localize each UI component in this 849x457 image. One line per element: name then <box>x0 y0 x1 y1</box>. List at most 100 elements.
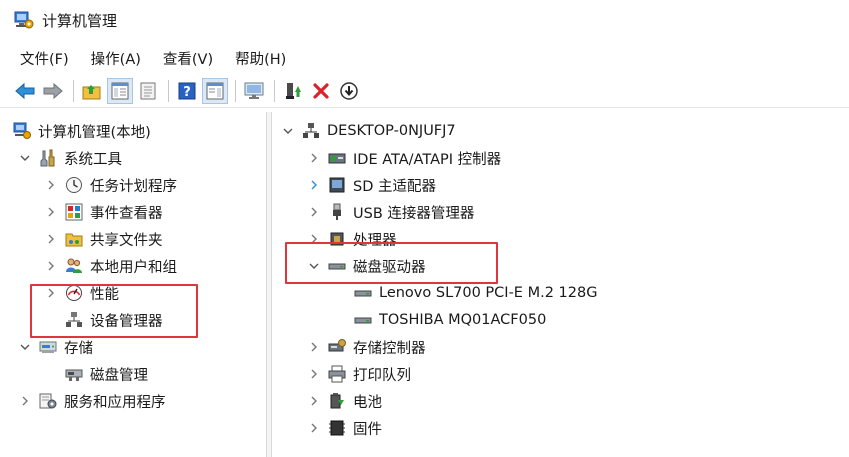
tree-label: 存储控制器 <box>353 340 426 357</box>
firmware-icon <box>327 418 347 438</box>
toolbar-separator <box>235 79 236 102</box>
tree-item-event-viewer[interactable]: 事件查看器 <box>44 199 163 225</box>
svg-text:?: ? <box>183 85 191 100</box>
disk-drive-icon <box>353 310 373 330</box>
tree-item-task-scheduler[interactable]: 任务计划程序 <box>44 172 177 198</box>
chevron-right-icon[interactable] <box>307 421 321 435</box>
disk-drive-icon <box>353 283 373 303</box>
usb-icon <box>327 202 347 222</box>
computer-management-window: 计算机管理 文件(F) 操作(A) 查看(V) 帮助(H) ? 计算机管理(本地… <box>0 0 849 457</box>
navigation-tree: 计算机管理(本地) 系统工具 任务计划程序 事件查看器 共享文件夹 本地用户和组… <box>0 112 264 457</box>
tree-item-print-queue[interactable]: 打印队列 <box>307 361 411 387</box>
battery-icon <box>327 391 347 411</box>
properties-icon[interactable] <box>135 78 161 104</box>
chevron-right-icon[interactable] <box>44 232 58 246</box>
tree-label: Lenovo SL700 PCI-E M.2 128G <box>379 285 598 301</box>
tree-label: 打印队列 <box>353 367 411 384</box>
printer-icon <box>327 364 347 384</box>
uninstall-icon[interactable] <box>308 78 334 104</box>
menu-view[interactable]: 查看(V) <box>163 48 213 69</box>
highlight-disk-drives <box>285 242 498 284</box>
tree-label: 任务计划程序 <box>90 178 177 195</box>
tree-label: 共享文件夹 <box>90 232 163 249</box>
chevron-right-icon[interactable] <box>44 205 58 219</box>
tree-item-disk-management[interactable]: 磁盘管理 <box>44 361 148 387</box>
menu-file[interactable]: 文件(F) <box>20 48 69 69</box>
toolbar: ? <box>0 74 849 108</box>
tree-item-usb[interactable]: USB 连接器管理器 <box>307 199 474 225</box>
tree-label: 本地用户和组 <box>90 259 177 276</box>
chevron-right-icon[interactable] <box>18 394 32 408</box>
back-icon[interactable] <box>12 78 38 104</box>
chevron-right-icon[interactable] <box>307 178 321 192</box>
tree-label: DESKTOP-0NJUFJ7 <box>327 123 456 139</box>
tools-icon <box>38 148 58 168</box>
menu-bar: 文件(F) 操作(A) 查看(V) 帮助(H) <box>0 44 308 72</box>
tree-label: 系统工具 <box>64 151 122 168</box>
users-icon <box>64 256 84 276</box>
sd-host-icon <box>327 175 347 195</box>
tree-item-local-users[interactable]: 本地用户和组 <box>44 253 177 279</box>
update-driver-icon[interactable] <box>280 78 306 104</box>
chevron-right-icon[interactable] <box>44 259 58 273</box>
tree-item-root[interactable]: 计算机管理(本地) <box>12 118 151 144</box>
window-title: 计算机管理 <box>42 11 118 30</box>
toolbar-separator <box>168 79 169 102</box>
tree-item-services[interactable]: 服务和应用程序 <box>18 388 166 414</box>
tree-label: SD 主适配器 <box>353 178 436 195</box>
highlight-device-manager <box>30 284 198 338</box>
pane-splitter[interactable] <box>266 112 272 457</box>
tree-item-system-tools[interactable]: 系统工具 <box>18 145 122 171</box>
chevron-down-icon[interactable] <box>18 340 32 354</box>
disk-management-icon <box>64 364 84 384</box>
services-icon <box>38 391 58 411</box>
clock-icon <box>64 175 84 195</box>
chevron-down-icon[interactable] <box>281 124 295 138</box>
action-pane-icon[interactable] <box>202 77 228 104</box>
event-viewer-icon <box>64 202 84 222</box>
menu-action[interactable]: 操作(A) <box>91 48 141 69</box>
storage-icon <box>38 337 58 357</box>
shared-folder-icon <box>64 229 84 249</box>
title-bar: 计算机管理 <box>0 0 849 40</box>
chevron-right-icon[interactable] <box>307 367 321 381</box>
chevron-right-icon[interactable] <box>307 394 321 408</box>
up-folder-icon[interactable] <box>79 78 105 104</box>
tree-item-firmware[interactable]: 固件 <box>307 415 382 441</box>
tree-item-shared-folders[interactable]: 共享文件夹 <box>44 226 163 252</box>
toolbar-separator <box>73 79 74 102</box>
help-icon[interactable]: ? <box>174 78 200 104</box>
monitor-icon[interactable] <box>241 78 267 104</box>
show-tree-icon[interactable] <box>107 77 133 104</box>
tree-item-storage-controllers[interactable]: 存储控制器 <box>307 334 426 360</box>
tree-item-computer[interactable]: DESKTOP-0NJUFJ7 <box>281 118 456 144</box>
computer-icon <box>301 121 321 141</box>
computer-management-icon <box>12 121 32 141</box>
chevron-right-icon[interactable] <box>44 178 58 192</box>
chevron-down-icon[interactable] <box>18 151 32 165</box>
tree-item-disk-2[interactable]: TOSHIBA MQ01ACF050 <box>353 307 546 333</box>
ide-controller-icon <box>327 148 347 168</box>
tree-label: 计算机管理(本地) <box>38 124 151 141</box>
tree-label: 存储 <box>64 340 93 357</box>
storage-controller-icon <box>327 337 347 357</box>
menu-help[interactable]: 帮助(H) <box>235 48 286 69</box>
forward-icon[interactable] <box>40 78 66 104</box>
enable-device-icon[interactable] <box>336 78 362 104</box>
tree-label: USB 连接器管理器 <box>353 205 475 222</box>
tree-label: IDE ATA/ATAPI 控制器 <box>353 151 502 168</box>
tree-label: 事件查看器 <box>90 205 163 222</box>
tree-label: TOSHIBA MQ01ACF050 <box>379 312 547 328</box>
tree-label: 磁盘管理 <box>90 367 148 384</box>
toolbar-separator <box>274 79 275 102</box>
tree-label: 固件 <box>353 421 382 438</box>
tree-label: 服务和应用程序 <box>64 394 166 411</box>
chevron-right-icon[interactable] <box>307 340 321 354</box>
chevron-right-icon[interactable] <box>307 151 321 165</box>
tree-item-sd[interactable]: SD 主适配器 <box>307 172 436 198</box>
tree-item-battery[interactable]: 电池 <box>307 388 382 414</box>
computer-management-icon <box>14 11 34 29</box>
tree-item-ide[interactable]: IDE ATA/ATAPI 控制器 <box>307 145 501 171</box>
device-tree: DESKTOP-0NJUFJ7 IDE ATA/ATAPI 控制器 SD 主适配… <box>273 112 849 457</box>
chevron-right-icon[interactable] <box>307 205 321 219</box>
